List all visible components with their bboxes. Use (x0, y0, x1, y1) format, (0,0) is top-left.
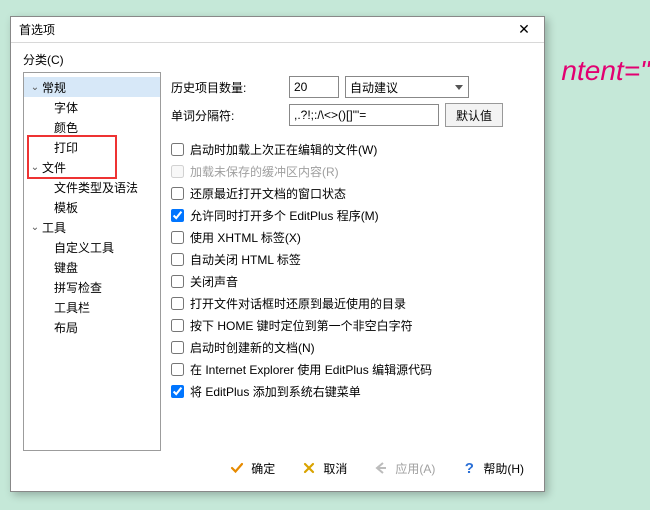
check-row-1: 加载未保存的缓冲区内容(R) (171, 160, 532, 182)
checkbox[interactable] (171, 385, 184, 398)
word-delimiter-input[interactable] (289, 104, 439, 126)
check-row-9[interactable]: 启动时创建新的文档(N) (171, 336, 532, 358)
checkbox[interactable] (171, 275, 184, 288)
apply-label: 应用(A) (395, 460, 435, 477)
x-icon (301, 460, 317, 476)
checkbox[interactable] (171, 143, 184, 156)
checkbox-label: 使用 XHTML 标签(X) (190, 229, 301, 246)
checkbox[interactable] (171, 187, 184, 200)
dialog-body: 分类(C) ⌄常规字体颜色打印⌄文件文件类型及语法模板⌄工具自定义工具键盘拼写检… (11, 43, 544, 491)
history-count-label: 历史项目数量: (171, 79, 283, 96)
check-row-4[interactable]: 使用 XHTML 标签(X) (171, 226, 532, 248)
expander-icon[interactable]: ⌄ (28, 162, 42, 173)
history-count-input[interactable] (289, 76, 339, 98)
preferences-dialog: 首选项 ✕ 分类(C) ⌄常规字体颜色打印⌄文件文件类型及语法模板⌄工具自定义工… (10, 16, 545, 492)
tree-label: 文件 (42, 159, 66, 176)
checkbox-label: 自动关闭 HTML 标签 (190, 251, 301, 268)
tree-label: 布局 (54, 319, 78, 336)
delimiter-row: 单词分隔符: 默认值 (171, 102, 532, 128)
checkbox[interactable] (171, 253, 184, 266)
ok-button[interactable]: 确定 (225, 458, 279, 479)
tree-item-3[interactable]: 打印 (24, 137, 160, 157)
checkbox (171, 165, 184, 178)
tree-item-5[interactable]: 文件类型及语法 (24, 177, 160, 197)
tree-item-2[interactable]: 颜色 (24, 117, 160, 137)
checkbox-label: 按下 HOME 键时定位到第一个非空白字符 (190, 317, 413, 334)
help-button[interactable]: ? 帮助(H) (457, 458, 528, 479)
checkbox-label: 关闭声音 (190, 273, 238, 290)
checkbox-label: 在 Internet Explorer 使用 EditPlus 编辑源代码 (190, 361, 432, 378)
titlebar: 首选项 ✕ (11, 17, 544, 43)
check-row-8[interactable]: 按下 HOME 键时定位到第一个非空白字符 (171, 314, 532, 336)
word-delimiter-label: 单词分隔符: (171, 107, 283, 124)
tree-label: 打印 (54, 139, 78, 156)
checkbox[interactable] (171, 209, 184, 222)
checkbox-list: 启动时加载上次正在编辑的文件(W) 加载未保存的缓冲区内容(R) 还原最近打开文档的… (171, 138, 532, 402)
check-row-0[interactable]: 启动时加载上次正在编辑的文件(W) (171, 138, 532, 160)
help-icon: ? (461, 460, 477, 476)
checkbox[interactable] (171, 231, 184, 244)
dialog-buttons: 确定 取消 应用(A) ? 帮助(H) (23, 451, 532, 485)
cancel-button[interactable]: 取消 (297, 458, 351, 479)
category-tree[interactable]: ⌄常规字体颜色打印⌄文件文件类型及语法模板⌄工具自定义工具键盘拼写检查工具栏布局 (23, 72, 161, 451)
suggest-combo-wrap (345, 76, 469, 98)
background-code-snippet: ntent=" (561, 55, 650, 87)
apply-button: 应用(A) (369, 458, 439, 479)
tree-label: 常规 (42, 79, 66, 96)
tree-item-12[interactable]: 布局 (24, 317, 160, 337)
tree-item-8[interactable]: 自定义工具 (24, 237, 160, 257)
checkbox-label: 还原最近打开文档的窗口状态 (190, 185, 346, 202)
checkbox[interactable] (171, 363, 184, 376)
cancel-label: 取消 (323, 460, 347, 477)
tree-item-0[interactable]: ⌄常规 (24, 77, 160, 97)
suggest-combo[interactable] (345, 76, 469, 98)
categories-label: 分类(C) (23, 51, 532, 68)
default-button[interactable]: 默认值 (445, 103, 503, 127)
tree-label: 键盘 (54, 259, 78, 276)
help-label: 帮助(H) (483, 460, 524, 477)
tree-item-4[interactable]: ⌄文件 (24, 157, 160, 177)
checkbox[interactable] (171, 297, 184, 310)
checkbox-label: 启动时创建新的文档(N) (190, 339, 315, 356)
dialog-title: 首选项 (19, 21, 55, 38)
checkbox-label: 加载未保存的缓冲区内容(R) (190, 163, 339, 180)
tree-label: 模板 (54, 199, 78, 216)
check-row-7[interactable]: 打开文件对话框时还原到最近使用的目录 (171, 292, 532, 314)
tree-label: 工具 (42, 219, 66, 236)
tree-label: 文件类型及语法 (54, 179, 138, 196)
close-button[interactable]: ✕ (510, 20, 538, 40)
tree-item-7[interactable]: ⌄工具 (24, 217, 160, 237)
check-row-5[interactable]: 自动关闭 HTML 标签 (171, 248, 532, 270)
check-row-3[interactable]: 允许同时打开多个 EditPlus 程序(M) (171, 204, 532, 226)
tree-label: 拼写检查 (54, 279, 102, 296)
main-area: ⌄常规字体颜色打印⌄文件文件类型及语法模板⌄工具自定义工具键盘拼写检查工具栏布局… (23, 72, 532, 451)
checkbox-label: 允许同时打开多个 EditPlus 程序(M) (190, 207, 379, 224)
tree-item-1[interactable]: 字体 (24, 97, 160, 117)
checkbox-label: 打开文件对话框时还原到最近使用的目录 (190, 295, 406, 312)
checkbox-label: 启动时加载上次正在编辑的文件(W) (190, 141, 377, 158)
check-row-10[interactable]: 在 Internet Explorer 使用 EditPlus 编辑源代码 (171, 358, 532, 380)
tree-label: 工具栏 (54, 299, 90, 316)
history-row: 历史项目数量: (171, 74, 532, 100)
check-row-6[interactable]: 关闭声音 (171, 270, 532, 292)
checkbox[interactable] (171, 319, 184, 332)
checkbox[interactable] (171, 341, 184, 354)
settings-panel: 历史项目数量: 单词分隔符: 默认值 启动时加载上次正在编辑的文件(W) 加载未保… (171, 72, 532, 451)
expander-icon[interactable]: ⌄ (28, 222, 42, 233)
tree-item-10[interactable]: 拼写检查 (24, 277, 160, 297)
tree-label: 自定义工具 (54, 239, 114, 256)
check-row-2[interactable]: 还原最近打开文档的窗口状态 (171, 182, 532, 204)
tree-item-9[interactable]: 键盘 (24, 257, 160, 277)
ok-label: 确定 (251, 460, 275, 477)
tree-label: 颜色 (54, 119, 78, 136)
tree-label: 字体 (54, 99, 78, 116)
checkbox-label: 将 EditPlus 添加到系统右键菜单 (190, 383, 361, 400)
expander-icon[interactable]: ⌄ (28, 82, 42, 93)
apply-icon (373, 460, 389, 476)
tree-item-11[interactable]: 工具栏 (24, 297, 160, 317)
tree-item-6[interactable]: 模板 (24, 197, 160, 217)
check-row-11[interactable]: 将 EditPlus 添加到系统右键菜单 (171, 380, 532, 402)
check-icon (229, 460, 245, 476)
